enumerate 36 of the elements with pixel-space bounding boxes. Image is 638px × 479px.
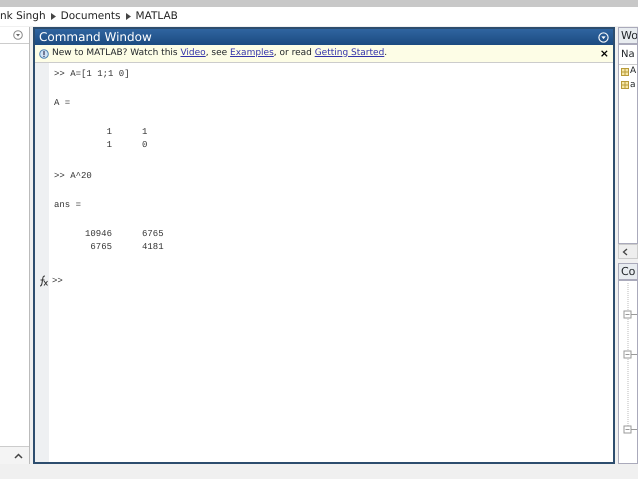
chevron-up-icon[interactable]	[14, 452, 23, 458]
breadcrumb-item[interactable]: Documents	[60, 8, 121, 24]
matrix-value: 0	[112, 140, 148, 153]
chevron-left-icon[interactable]	[622, 248, 628, 256]
matrix-value: 1	[112, 127, 148, 140]
matrix-value: 1	[106, 140, 112, 152]
breadcrumb-text: nk Singh	[0, 8, 46, 24]
triangle-right-icon	[50, 12, 56, 20]
panel-title: Co	[618, 263, 638, 280]
column-header: Na	[619, 45, 637, 65]
notice-text: New to MATLAB? Watch this Video, see Examples, or read Getting Started.	[52, 46, 388, 60]
close-button[interactable]: ×	[600, 48, 609, 59]
info-icon	[39, 48, 49, 58]
dropdown-icon[interactable]	[13, 30, 23, 40]
command-line: >> A^20	[54, 171, 93, 182]
function-icon[interactable]	[37, 273, 49, 290]
notice-link[interactable]: Getting Started	[314, 48, 384, 58]
variable-name[interactable]: a	[630, 78, 636, 92]
output-label: ans =	[54, 200, 82, 211]
matrix-value: 10946	[84, 229, 112, 241]
matrix-value: 6765	[141, 229, 164, 241]
grid-icon	[621, 68, 629, 76]
matrix-value: 6765	[89, 242, 112, 254]
panel-title: Wo	[618, 27, 638, 44]
notice-link[interactable]: Examples	[230, 48, 274, 58]
grid-icon	[621, 81, 629, 90]
matrix-value: 4181	[141, 242, 164, 254]
matrix-value: 1	[106, 127, 112, 139]
command-line: >> A=[1 1;1 0]	[54, 69, 131, 80]
variable-name[interactable]: A	[630, 65, 636, 78]
output-label: A =	[54, 98, 72, 109]
prompt: >>	[52, 274, 63, 288]
notice-link[interactable]: Video	[180, 48, 206, 58]
breadcrumb-item[interactable]: MATLAB	[136, 8, 178, 24]
triangle-right-icon	[126, 12, 131, 20]
window-title: Command Window	[39, 29, 152, 46]
